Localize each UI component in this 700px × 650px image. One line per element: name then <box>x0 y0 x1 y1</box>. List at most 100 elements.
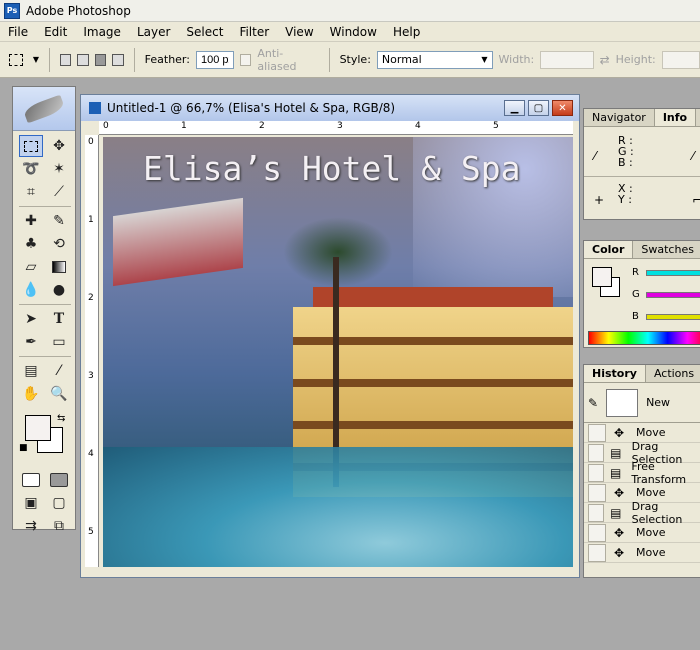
channel-bar[interactable] <box>646 291 700 298</box>
history-item[interactable]: ✥ Move <box>584 523 700 543</box>
slider-r[interactable]: R <box>632 267 700 278</box>
add-selection-icon[interactable] <box>77 53 89 66</box>
notes-tool-icon[interactable]: ▤ <box>19 360 43 382</box>
gradient-tool-icon[interactable] <box>47 256 71 278</box>
height-input[interactable] <box>661 50 700 69</box>
style-select[interactable]: Normal ▼ <box>376 50 493 69</box>
tool-preset-picker[interactable] <box>6 49 27 71</box>
tab-swatches[interactable]: Swatches <box>633 241 700 258</box>
channel-bar[interactable] <box>646 313 700 320</box>
color-spectrum[interactable] <box>588 331 700 345</box>
history-snapshot[interactable]: ✎ New <box>584 383 700 423</box>
hand-tool-icon[interactable]: ✋ <box>19 383 43 405</box>
subtract-selection-icon[interactable] <box>94 53 107 66</box>
antialias-checkbox[interactable] <box>239 53 252 66</box>
menu-filter[interactable]: Filter <box>231 25 277 39</box>
history-brush-source[interactable] <box>588 423 606 442</box>
move-icon: ✥ <box>613 425 625 440</box>
history-brush-source[interactable] <box>588 543 606 562</box>
path-select-icon[interactable]: ➤ <box>19 308 43 330</box>
ruler-mark: 3 <box>337 121 343 131</box>
brush-tool-icon[interactable]: ✎ <box>47 210 71 232</box>
history-item[interactable]: ▤ Drag Selection <box>584 499 700 526</box>
dodge-tool-icon[interactable]: ● <box>47 279 71 301</box>
menu-layer[interactable]: Layer <box>129 25 178 39</box>
channel-bar[interactable] <box>646 269 700 276</box>
jump-to-imageready-icon[interactable]: ⇉ <box>19 515 43 537</box>
screen-mode-icon[interactable]: ▣ <box>19 492 43 514</box>
type-tool-icon[interactable]: T <box>47 308 71 330</box>
crop-tool-icon[interactable]: ⌗ <box>19 181 43 203</box>
menu-view[interactable]: View <box>277 25 321 39</box>
tab-color[interactable]: Color <box>584 241 634 258</box>
history-brush-source[interactable] <box>588 503 604 522</box>
zoom-tool-icon[interactable]: 🔍 <box>47 383 71 405</box>
eyedropper-icon[interactable]: ⁄ <box>47 360 71 382</box>
menu-file[interactable]: File <box>0 25 36 39</box>
swap-colors-icon[interactable]: ⇆ <box>57 413 65 424</box>
default-colors-icon[interactable]: ■ <box>19 443 28 453</box>
move-tool-icon[interactable]: ✥ <box>47 135 71 157</box>
eraser-tool-icon[interactable]: ▱ <box>19 256 43 278</box>
ruler-left[interactable]: 0 1 2 3 4 5 <box>85 135 99 567</box>
history-brush-icon[interactable]: ✎ <box>588 396 598 410</box>
toolbox-header[interactable] <box>13 87 75 131</box>
document-titlebar[interactable]: Untitled-1 @ 66,7% (Elisa's Hotel & Spa,… <box>81 95 579 121</box>
blur-tool-icon[interactable]: 💧 <box>19 279 43 301</box>
slider-g[interactable]: G <box>632 289 700 300</box>
tab-history[interactable]: History <box>584 365 646 382</box>
marquee-tool-icon[interactable] <box>19 135 43 157</box>
canvas-heading-text: Elisa’s Hotel & Spa <box>143 149 521 188</box>
clone-stamp-icon[interactable]: ♣ <box>19 233 43 255</box>
close-button[interactable]: ✕ <box>552 100 573 116</box>
history-item-label: Free Transform <box>631 459 687 486</box>
tab-navigator[interactable]: Navigator <box>584 109 655 126</box>
eyedropper-icon: ⁄ <box>692 149 695 163</box>
menu-window[interactable]: Window <box>322 25 385 39</box>
lasso-tool-icon[interactable]: ➰ <box>19 158 43 180</box>
snapshot-thumbnail <box>606 388 639 417</box>
color-fg-swatch[interactable] <box>592 267 612 287</box>
tab-info[interactable]: Info <box>654 109 697 126</box>
shape-tool-icon[interactable]: ▭ <box>47 331 71 353</box>
pen-tool-icon[interactable]: ✒ <box>19 331 43 353</box>
ruler-mark: 5 <box>493 121 499 131</box>
menu-image[interactable]: Image <box>75 25 129 39</box>
history-item-label: Drag Selection <box>631 499 683 526</box>
slice-tool-icon[interactable]: ⟋ <box>47 181 71 203</box>
minimize-button[interactable]: ▁ <box>504 100 525 116</box>
history-item[interactable]: ▤ Free Transform <box>584 459 700 486</box>
history-brush-source[interactable] <box>588 523 606 542</box>
ruler-top[interactable]: 0 1 2 3 4 5 <box>99 121 573 135</box>
feather-input[interactable] <box>195 50 234 69</box>
quickmask-mode-icon[interactable] <box>47 469 71 491</box>
history-brush-source[interactable] <box>588 443 604 462</box>
intersect-selection-icon[interactable] <box>112 53 124 66</box>
history-brush-source[interactable] <box>588 483 606 502</box>
fullscreen-mode-icon[interactable]: ▢ <box>47 492 71 514</box>
menu-help[interactable]: Help <box>385 25 428 39</box>
width-input[interactable] <box>540 50 594 69</box>
tab-actions[interactable]: Actions <box>646 365 700 382</box>
maximize-button[interactable]: ▢ <box>528 100 549 116</box>
foreground-color[interactable] <box>25 415 51 441</box>
swap-icon[interactable]: ⇄ <box>600 53 610 67</box>
history-item[interactable]: ✥ Move <box>584 543 700 563</box>
menu-select[interactable]: Select <box>178 25 231 39</box>
tab-histogram[interactable]: H <box>696 109 700 126</box>
brush-preset-icon[interactable]: ⧉ <box>47 515 71 537</box>
new-selection-icon[interactable] <box>59 53 72 66</box>
channel-label: R <box>632 267 639 278</box>
channel-label: B <box>632 311 639 322</box>
healing-brush-icon[interactable]: ✚ <box>19 210 43 232</box>
ruler-mark: 0 <box>103 121 109 131</box>
history-brush-icon[interactable]: ⟲ <box>47 233 71 255</box>
slider-b[interactable]: B <box>632 311 700 322</box>
history-brush-source[interactable] <box>588 463 604 482</box>
width-label: Width: <box>498 53 535 66</box>
standard-mode-icon[interactable] <box>19 469 43 491</box>
menu-edit[interactable]: Edit <box>36 25 75 39</box>
chevron-down-icon[interactable]: ▼ <box>33 55 39 64</box>
magic-wand-icon[interactable]: ✶ <box>47 158 71 180</box>
document-canvas[interactable]: Elisa’s Hotel & Spa <box>103 137 573 567</box>
